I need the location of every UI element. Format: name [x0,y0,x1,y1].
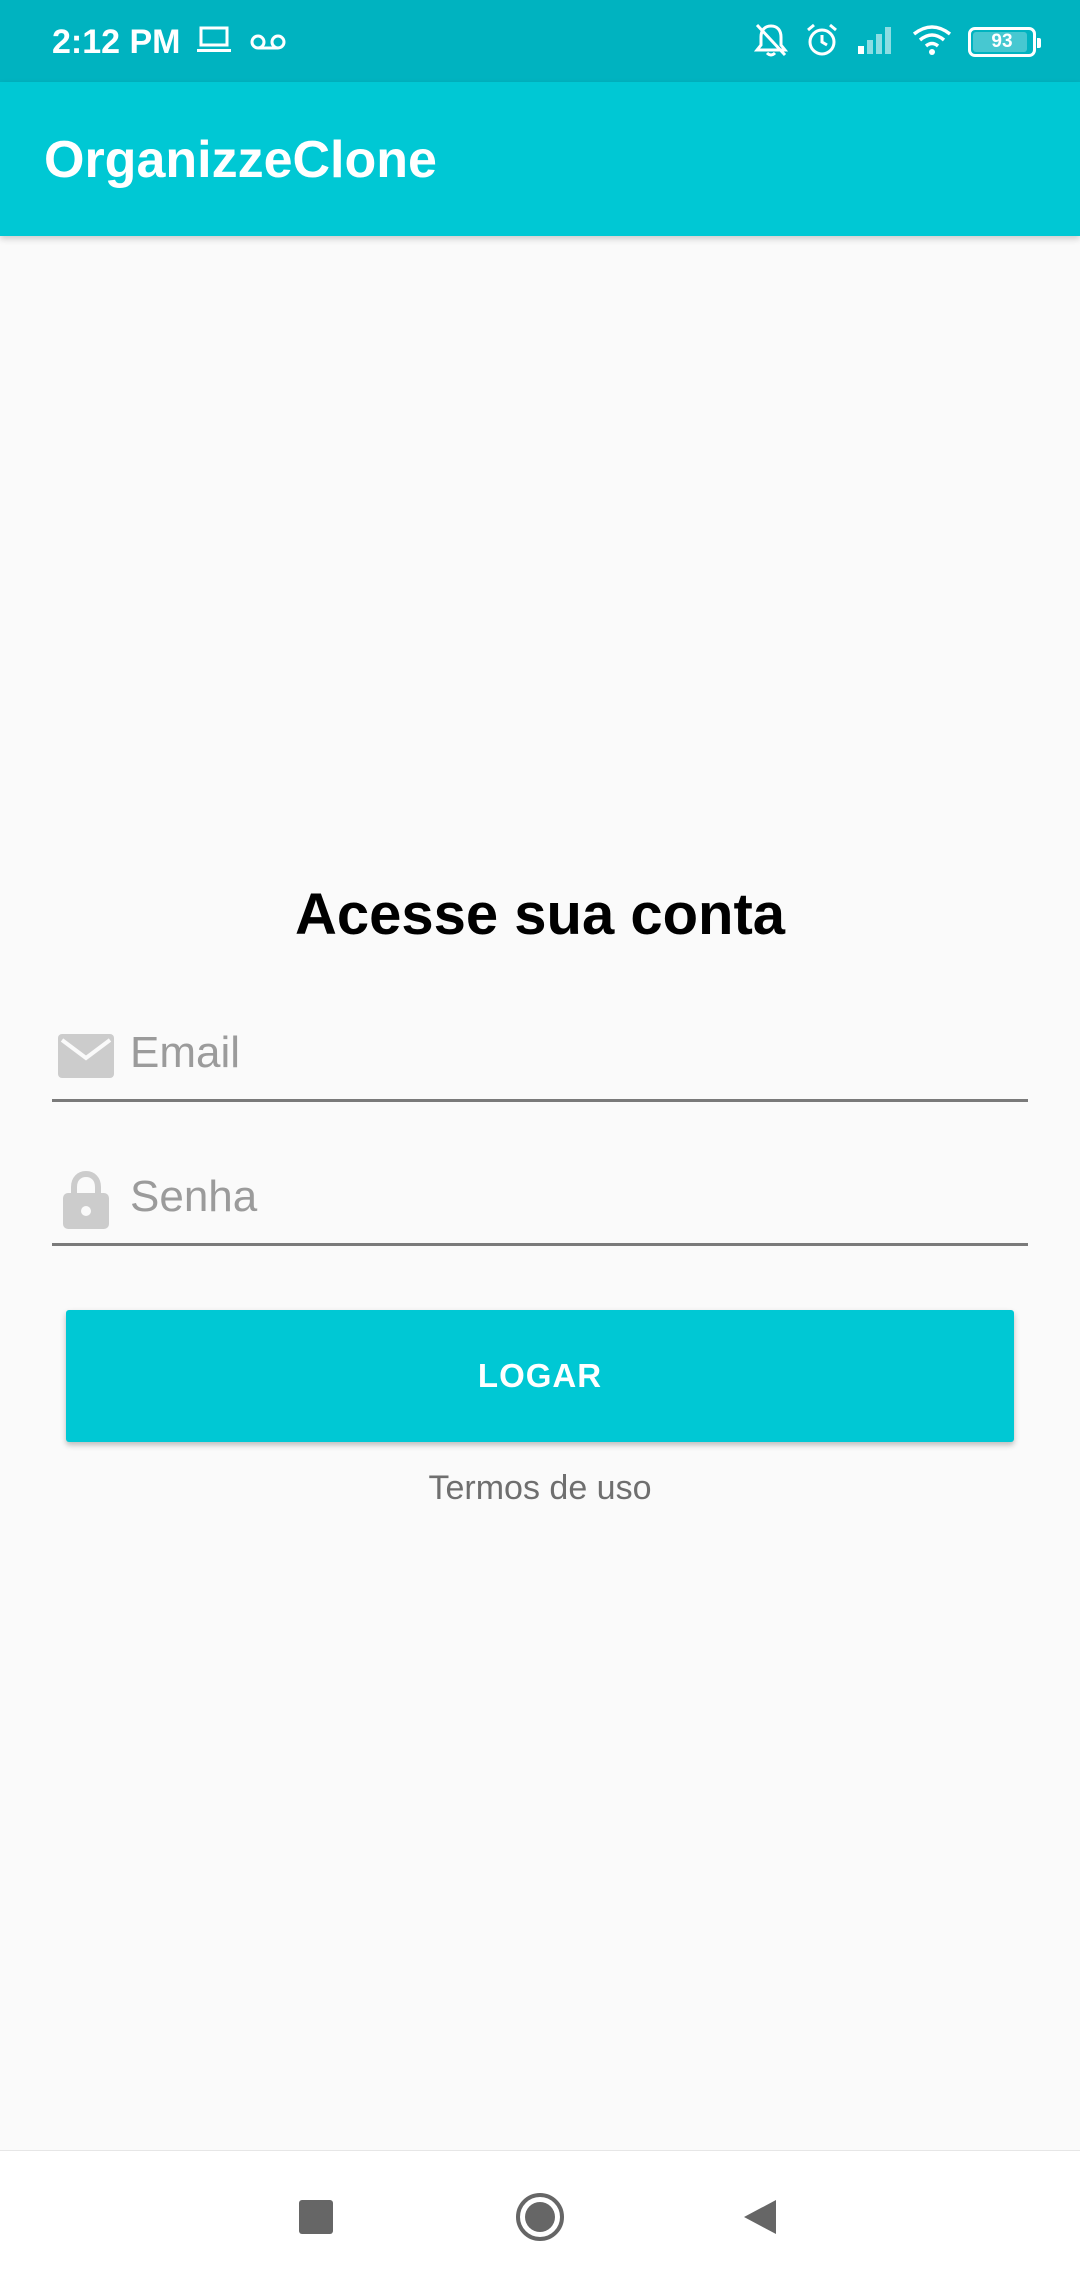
bell-off-icon [753,22,789,63]
status-right-icons: 93 [753,22,1041,63]
laptop-icon [196,25,232,60]
app-title: OrganizzeClone [44,131,437,189]
email-field[interactable] [52,1000,1028,1102]
navigation-bar [0,2150,1080,2280]
alarm-icon [804,22,840,63]
status-bar: 2:12 PM 93 [0,0,1080,82]
email-icon [56,1026,116,1086]
recents-icon [299,2200,333,2234]
signal-icon [856,24,896,61]
email-input[interactable] [130,1020,1010,1086]
status-time: 2:12 PM [52,23,181,61]
back-button[interactable] [724,2181,796,2253]
lock-icon [56,1170,116,1230]
app-bar: OrganizzeClone [0,82,1080,236]
voicemail-icon [250,28,286,57]
terms-link[interactable]: Termos de uso [0,1466,1080,1510]
battery-icon: 93 [968,27,1041,57]
wifi-icon [912,24,952,61]
login-heading: Acesse sua conta [294,882,786,947]
battery-level: 93 [991,31,1013,52]
home-button[interactable] [504,2181,576,2253]
recents-button[interactable] [280,2181,352,2253]
status-left-icons [196,24,286,60]
back-icon [744,2200,776,2234]
password-input[interactable] [130,1164,1010,1230]
login-button[interactable]: LOGAR [66,1310,1014,1442]
home-icon [516,2193,564,2241]
password-field[interactable] [52,1144,1028,1246]
